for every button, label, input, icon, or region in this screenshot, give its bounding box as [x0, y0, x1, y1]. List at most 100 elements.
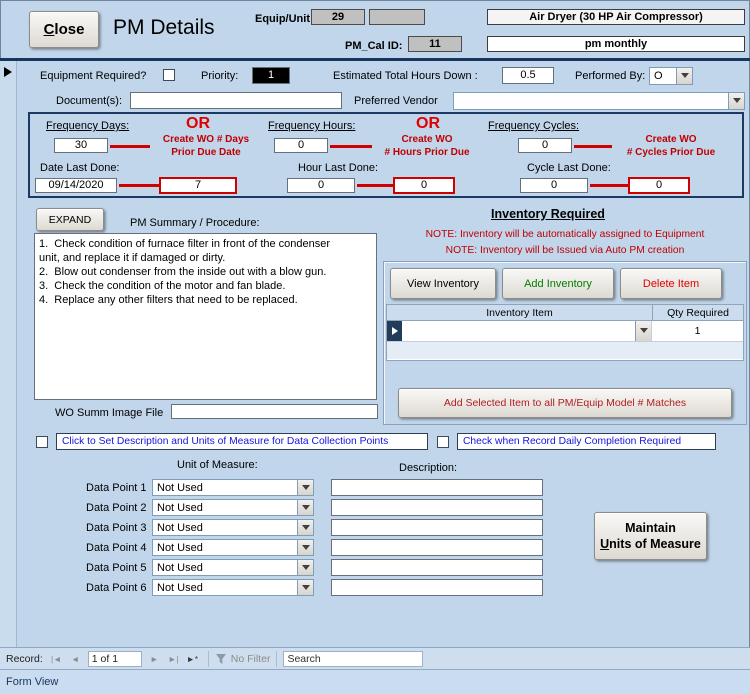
pm-summary-textarea[interactable]: 1. Check condition of furnace filter in … — [34, 233, 377, 400]
inventory-note-2: NOTE: Inventory will be Issued via Auto … — [445, 245, 685, 256]
documents-field[interactable] — [130, 92, 342, 109]
frequency-days-label: Frequency Days: — [46, 120, 130, 132]
add-selected-item-label: Add Selected Item to all PM/Equip Model … — [443, 397, 687, 409]
maintain-units-label-line1: Maintain — [625, 521, 676, 535]
estimated-hours-field[interactable]: 0.5 — [502, 67, 554, 84]
chevron-down-icon[interactable] — [297, 500, 313, 515]
page-title: PM Details — [113, 16, 215, 39]
preferred-vendor-label: Preferred Vendor — [354, 95, 438, 107]
close-button[interactable]: Close — [29, 11, 99, 48]
row-selector-cell[interactable] — [387, 321, 402, 341]
filter-icon — [215, 653, 226, 664]
no-filter-label: No Filter — [230, 652, 271, 665]
data-point-4-unit-value: Not Used — [157, 541, 203, 554]
preferred-vendor-combo[interactable] — [453, 92, 745, 110]
data-point-1-unit-combo[interactable]: Not Used — [152, 479, 314, 496]
qty-required-field[interactable]: 1 — [651, 321, 743, 341]
add-selected-item-button[interactable]: Add Selected Item to all PM/Equip Model … — [398, 388, 732, 418]
record-selector-bar[interactable] — [0, 61, 17, 647]
close-button-label: Close — [43, 21, 85, 38]
data-point-1-description-field[interactable] — [331, 479, 543, 496]
inventory-row[interactable]: 1 — [387, 321, 743, 342]
record-position-box[interactable]: 1 of 1 — [87, 650, 142, 667]
pm-details-window: Close PM Details Equip/Unit ID: 29 Air D… — [0, 0, 750, 694]
estimated-hours-label: Estimated Total Hours Down : — [333, 70, 478, 82]
data-point-3-description-field[interactable] — [331, 519, 543, 536]
equipment-required-label: Equipment Required? — [40, 70, 147, 82]
chevron-down-icon[interactable] — [297, 520, 313, 535]
cycles-prior-due-field[interactable]: 0 — [628, 177, 690, 194]
frequency-cycles-label: Frequency Cycles: — [488, 120, 580, 132]
priority-field[interactable]: 1 — [252, 67, 290, 84]
chevron-down-icon[interactable] — [297, 580, 313, 595]
data-point-4-description-field[interactable] — [331, 539, 543, 556]
pm-name-box: pm monthly — [487, 36, 745, 52]
divider — [207, 650, 209, 667]
hour-last-done-label: Hour Last Done: — [298, 162, 379, 174]
previous-record-icon[interactable]: ◄ — [67, 651, 84, 666]
next-record-icon[interactable]: ► — [146, 651, 163, 666]
status-bar: Form View — [0, 669, 750, 694]
inventory-note-1: NOTE: Inventory will be automatically as… — [425, 229, 705, 240]
hours-prior-due-field[interactable]: 0 — [393, 177, 455, 194]
wo-summ-image-field[interactable] — [171, 404, 378, 419]
date-last-done-field[interactable]: 09/14/2020 — [35, 178, 117, 193]
expand-button[interactable]: EXPAND — [36, 208, 104, 231]
last-record-icon[interactable]: ►| — [165, 651, 182, 666]
performed-by-combo[interactable]: O — [649, 67, 693, 85]
data-point-3-unit-combo[interactable]: Not Used — [152, 519, 314, 536]
data-point-5-unit-value: Not Used — [157, 561, 203, 574]
data-point-3-label: Data Point 3 — [86, 522, 147, 534]
data-point-2-description-field[interactable] — [331, 499, 543, 516]
view-inventory-button[interactable]: View Inventory — [390, 268, 496, 299]
chevron-down-icon[interactable] — [728, 93, 744, 109]
data-point-5-description-field[interactable] — [331, 559, 543, 576]
data-point-5-label: Data Point 5 — [86, 562, 147, 574]
new-record-icon[interactable]: ►* — [184, 651, 201, 666]
chevron-down-icon[interactable] — [297, 540, 313, 555]
delete-item-label: Delete Item — [642, 277, 700, 290]
performed-by-label: Performed By: — [575, 70, 646, 82]
frequency-days-field[interactable]: 30 — [54, 138, 108, 153]
frequency-cycles-field[interactable]: 0 — [518, 138, 572, 153]
inventory-empty-row[interactable] — [387, 342, 743, 359]
add-inventory-label: Add Inventory — [524, 277, 592, 290]
search-input[interactable] — [283, 650, 424, 667]
data-point-4-unit-combo[interactable]: Not Used — [152, 539, 314, 556]
days-prior-due-field[interactable]: 7 — [159, 177, 237, 194]
delete-item-button[interactable]: Delete Item — [620, 268, 722, 299]
red-connector-line — [110, 145, 150, 148]
data-point-5-unit-combo[interactable]: Not Used — [152, 559, 314, 576]
filter-toggle[interactable]: No Filter — [215, 652, 271, 665]
chevron-down-icon[interactable] — [635, 321, 651, 341]
pm-cal-id-value: 11 — [408, 36, 462, 52]
data-point-6-description-field[interactable] — [331, 579, 543, 596]
frequency-hours-field[interactable]: 0 — [274, 138, 328, 153]
pm-summary-label: PM Summary / Procedure: — [130, 217, 260, 229]
chevron-down-icon[interactable] — [297, 560, 313, 575]
first-record-icon[interactable]: |◄ — [48, 651, 65, 666]
red-connector-line — [357, 184, 393, 187]
equipment-required-checkbox[interactable] — [163, 69, 175, 81]
equip-unit-id-value: 29 — [311, 9, 365, 25]
data-point-6-unit-combo[interactable]: Not Used — [152, 579, 314, 596]
inventory-item-combo[interactable] — [402, 321, 651, 341]
add-inventory-button[interactable]: Add Inventory — [502, 268, 614, 299]
set-description-checkbox[interactable] — [36, 436, 48, 448]
frequency-section: Frequency Days: 30 Create WO # Days Prio… — [28, 112, 744, 198]
unit-of-measure-label: Unit of Measure: — [177, 459, 258, 471]
daily-completion-box: Check when Record Daily Completion Requi… — [457, 433, 716, 450]
chevron-down-icon[interactable] — [297, 480, 313, 495]
hour-last-done-field[interactable]: 0 — [287, 178, 355, 193]
data-point-1-unit-value: Not Used — [157, 481, 203, 494]
set-description-box[interactable]: Click to Set Description and Units of Me… — [56, 433, 428, 450]
current-record-arrow-icon — [4, 67, 12, 77]
maintain-units-button[interactable]: Maintain Units of Measure — [594, 512, 707, 560]
date-last-done-label: Date Last Done: — [40, 162, 120, 174]
header-divider — [0, 58, 750, 61]
inventory-panel: View Inventory Add Inventory Delete Item… — [383, 261, 747, 425]
data-point-2-unit-combo[interactable]: Not Used — [152, 499, 314, 516]
chevron-down-icon[interactable] — [676, 68, 692, 84]
daily-completion-checkbox[interactable] — [437, 436, 449, 448]
cycle-last-done-field[interactable]: 0 — [520, 178, 588, 193]
